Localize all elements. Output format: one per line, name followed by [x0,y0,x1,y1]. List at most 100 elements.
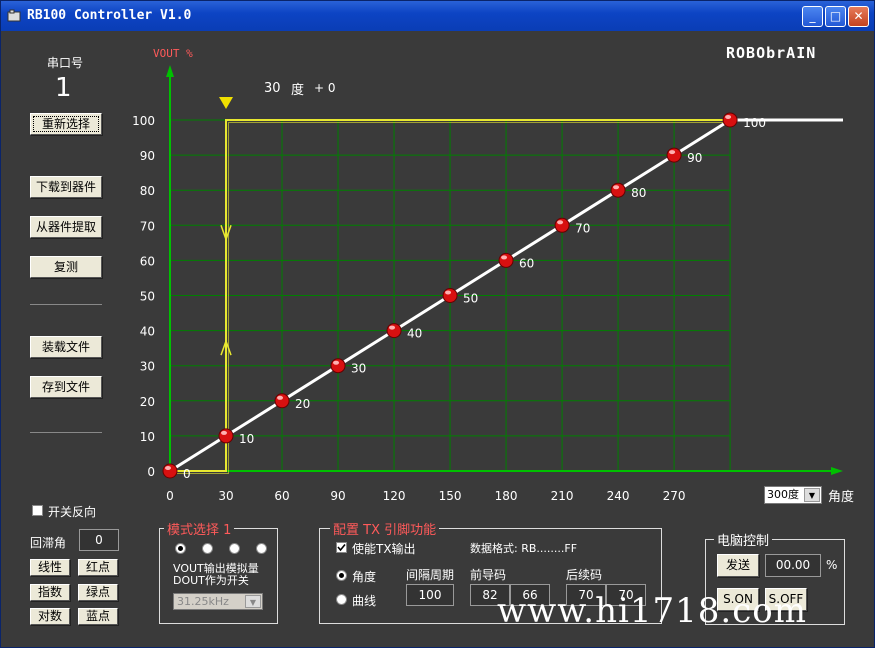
curve-point-label: 30 [351,362,366,376]
window-title: RB100 Controller V1.0 [27,8,192,23]
curve-point [386,323,402,339]
angle-range-select[interactable]: 300度 ▼ [764,486,822,504]
minimize-button[interactable]: _ [802,6,823,27]
response-chart[interactable]: VOUT %01020304050607080901000 30 60 90 120 15… [5,31,871,511]
curve-point-label: 20 [295,397,310,411]
y-axis-title: VOUT % [153,47,193,60]
minimize-icon: _ [809,9,816,23]
mode-title-value: 1 [223,523,232,538]
percent-input[interactable]: 00.00 [765,554,821,577]
curve-point-highlight [277,395,284,400]
y-tick-label: 70 [140,219,155,233]
read-from-device-button[interactable]: 从器件提取 [30,216,102,238]
chevron-down-icon: ▼ [804,488,820,502]
mode-radio-3[interactable] [229,543,240,554]
marker-offset: + 0 [314,81,336,95]
invert-checkbox[interactable] [32,505,43,516]
threshold-marker-icon [219,97,234,109]
logarithmic-button[interactable]: 对数 [30,608,70,625]
curve-point-label: 10 [239,432,254,446]
x-tick-label: 150 [439,489,462,503]
percent-unit: % [826,558,838,572]
separator [30,432,102,433]
y-tick-label: 100 [132,114,155,128]
curve-point-highlight [557,220,564,225]
blue-point-button[interactable]: 蓝点 [78,608,118,625]
y-tick-label: 80 [140,184,155,198]
green-point-button[interactable]: 绿点 [78,584,118,601]
exponential-button[interactable]: 指数 [30,584,70,601]
prefix-label: 前导码 [470,568,507,582]
curve-point-highlight [669,150,676,155]
interval-input[interactable]: 100 [406,584,454,606]
tx-curve-radio[interactable] [336,594,347,605]
close-button[interactable]: ✕ [848,6,869,27]
x-tick-label: 30 [218,489,233,503]
hysteresis-input[interactable]: 0 [79,529,119,551]
x-tick-label: 90 [330,489,345,503]
x-tick-label: 0 [166,489,174,503]
send-button[interactable]: 发送 [717,554,759,577]
x-axis-title: 角度 [828,490,855,505]
title-bar[interactable]: RB100 Controller V1.0 _ □ ✕ [1,1,874,31]
mode-radio-2[interactable] [202,543,213,554]
maximize-icon: □ [829,9,842,23]
curve-point [554,217,570,233]
port-label: 串口号 [47,56,84,70]
angle-range-value: 300度 [767,488,799,501]
curve-point [218,428,234,444]
mode-radio-1[interactable] [175,543,186,554]
x-tick-label: 270 [663,489,686,503]
curve-point-highlight [445,290,452,295]
curve-point-highlight [389,325,396,330]
mode-desc-line2: DOUT作为开关 [173,574,249,587]
frequency-select[interactable]: 31.25kHz ▼ [173,593,263,610]
port-value: 1 [55,73,72,103]
interval-label: 间隔周期 [406,568,455,582]
curve-point [330,358,346,374]
x-tick-label: 210 [551,489,574,503]
curve-point-label: 0 [183,467,191,481]
invert-label: 开关反向 [48,505,97,519]
separator [30,304,102,305]
x-tick-label: 60 [274,489,289,503]
tx-config-title: 配置 TX 引脚功能 [330,519,440,538]
curve-point [666,147,682,163]
reselect-button[interactable]: 重新选择 [30,113,102,135]
mode-title-text: 模式选择 [167,523,220,538]
enable-tx-label: 使能TX输出 [352,542,416,556]
maximize-button[interactable]: □ [825,6,846,27]
mode-group-title: 模式选择 1 [164,519,235,538]
red-point-button[interactable]: 红点 [78,559,118,576]
curve-point-highlight [725,115,732,119]
y-tick-label: 20 [140,395,155,409]
y-tick-label: 30 [140,360,155,374]
tx-angle-label: 角度 [352,570,377,584]
load-file-button[interactable]: 装载文件 [30,336,102,358]
mode-radio-4[interactable] [256,543,267,554]
save-file-button[interactable]: 存到文件 [30,376,102,398]
curve-point [498,252,514,268]
marker-unit: 度 [291,83,305,98]
data-format-label: 数据格式: RB........FF [470,542,578,555]
y-axis-arrow-icon [166,65,174,77]
curve-point-label: 90 [687,151,702,165]
marker-value: 30 [264,81,281,96]
enable-tx-checkbox[interactable] [336,542,347,553]
app-icon [7,9,21,22]
curve-point [722,112,738,128]
tx-angle-radio[interactable] [336,570,347,581]
curve-point [162,463,178,479]
chevron-down-icon: ▼ [245,595,261,608]
curve-point [610,182,626,198]
app-window: RB100 Controller V1.0 _ □ ✕ VOUT % 0 10 20 3… [0,0,875,648]
linear-button[interactable]: 线性 [30,559,70,576]
curve-point [274,393,290,409]
x-tick-label: 120 [383,489,406,503]
reset-button[interactable]: 复测 [30,256,102,278]
y-tick-label: 10 [140,430,155,444]
check-icon [337,543,346,552]
curve-point-highlight [613,185,620,190]
download-button[interactable]: 下载到器件 [30,176,102,198]
y-tick-label: 90 [140,149,155,163]
